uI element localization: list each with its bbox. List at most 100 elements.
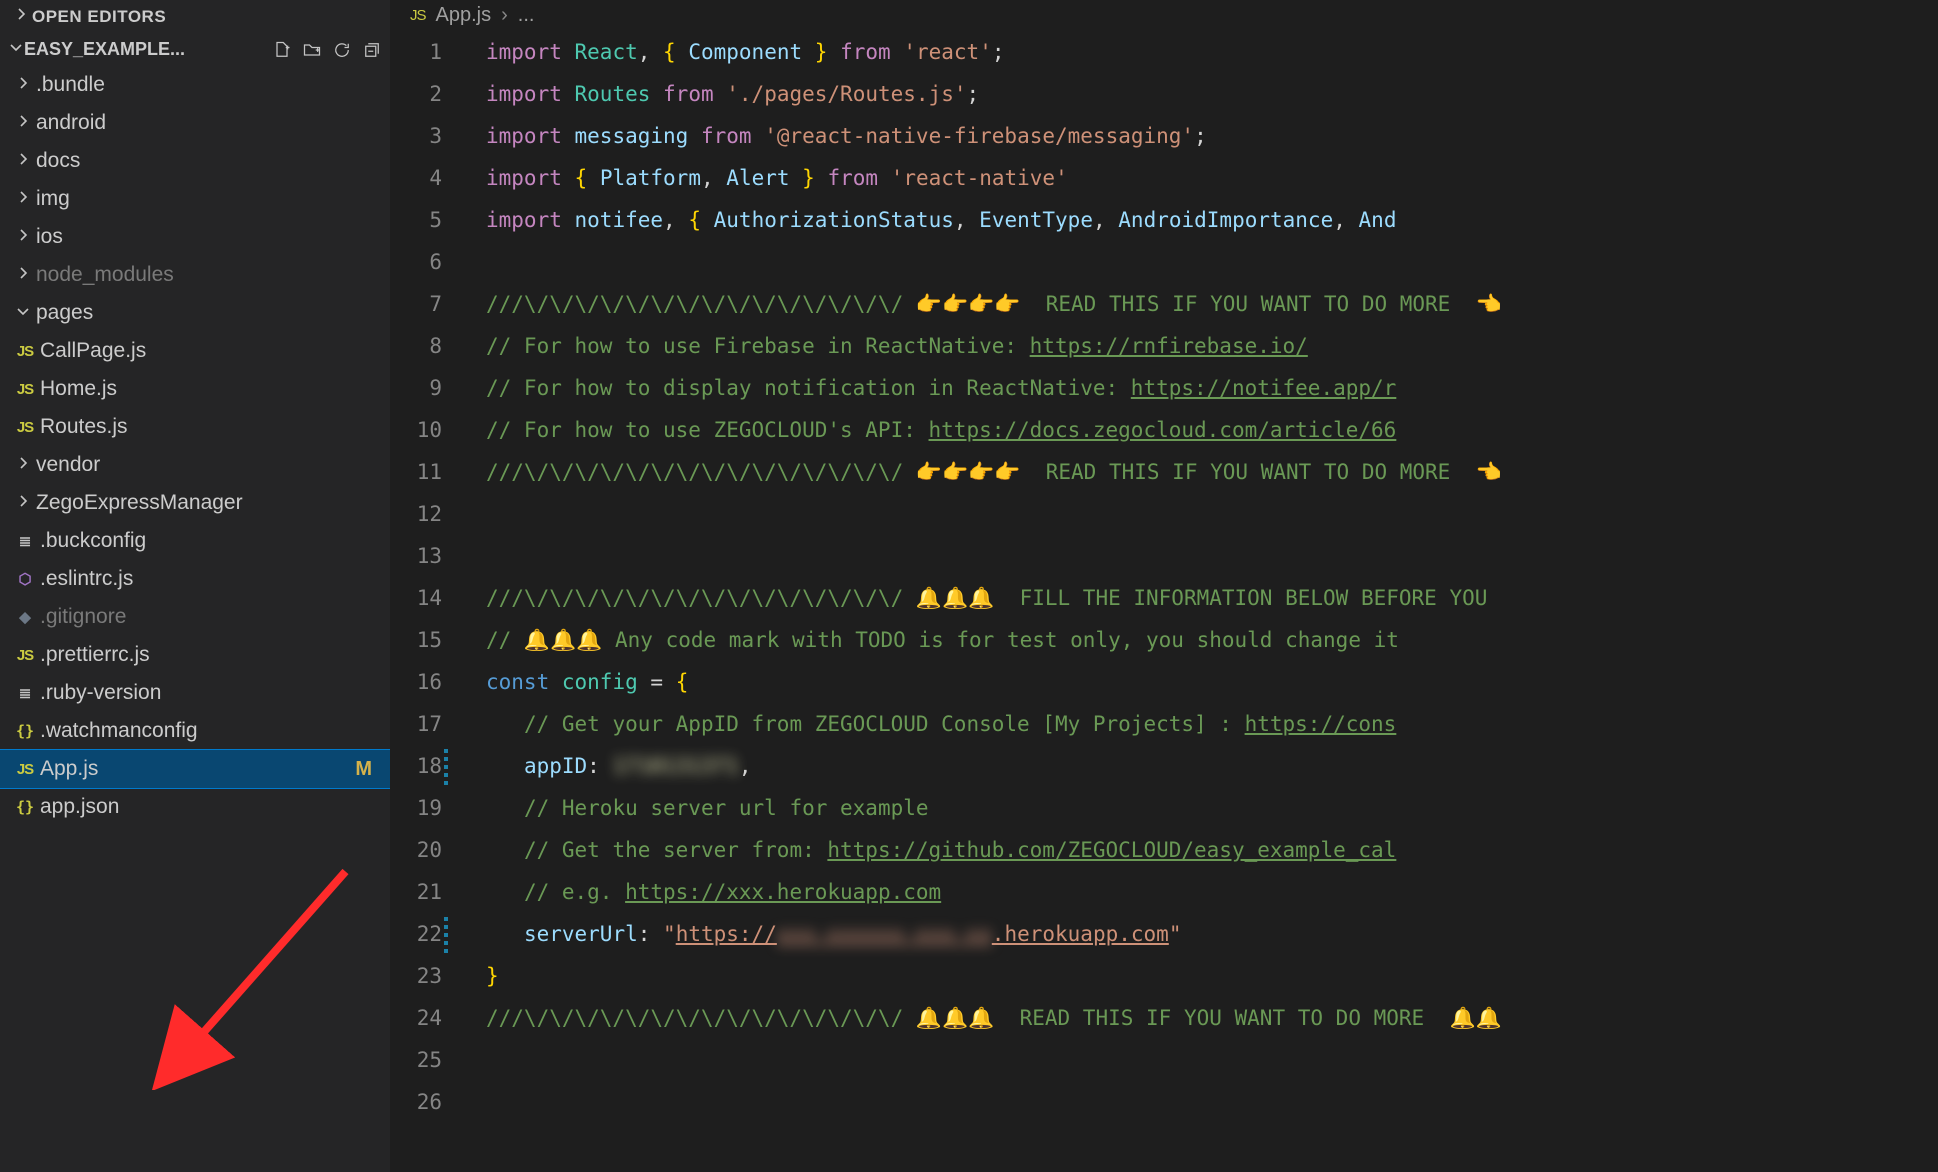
line-number: 1 xyxy=(390,31,442,73)
line-number: 25 xyxy=(390,1039,442,1081)
tree-item-label: pages xyxy=(36,301,93,325)
project-name: EASY_EXAMPLE... xyxy=(24,39,185,60)
chevron-right-icon xyxy=(10,113,36,134)
tree-item-label: app.json xyxy=(40,795,119,819)
folder-vendor[interactable]: vendor xyxy=(0,446,390,484)
tree-item-label: img xyxy=(36,187,70,211)
folder-pages[interactable]: pages xyxy=(0,294,390,332)
eslint-config-icon: ⬡ xyxy=(10,570,40,588)
chevron-right-icon xyxy=(10,265,36,286)
js-file-icon: JS xyxy=(10,343,40,360)
file-.gitignore[interactable]: ◆.gitignore xyxy=(0,598,390,636)
tree-item-label: .buckconfig xyxy=(40,529,146,553)
file-app.js[interactable]: JSApp.js M xyxy=(0,750,390,788)
tree-item-label: .watchmanconfig xyxy=(40,719,198,743)
chevron-right-icon xyxy=(10,6,32,27)
chevron-right-icon xyxy=(10,75,36,96)
js-file-icon: JS xyxy=(10,647,40,664)
folder-ios[interactable]: ios xyxy=(0,218,390,256)
tree-item-label: ZegoExpressManager xyxy=(36,491,243,515)
tree-item-label: App.js xyxy=(40,757,98,781)
editor-pane: JS App.js › ... 123456789101112131415161… xyxy=(390,0,1938,1172)
line-number: 12 xyxy=(390,493,442,535)
tree-item-label: ios xyxy=(36,225,63,249)
code-content[interactable]: import React, { Component } from 'react'… xyxy=(460,31,1938,1172)
scm-modified-badge: M xyxy=(355,758,372,781)
folder-.bundle[interactable]: .bundle xyxy=(0,66,390,104)
tree-item-label: .eslintrc.js xyxy=(40,567,133,591)
folder-docs[interactable]: docs xyxy=(0,142,390,180)
project-header[interactable]: EASY_EXAMPLE... xyxy=(0,33,390,66)
line-number: 5 xyxy=(390,199,442,241)
line-number: 18 xyxy=(390,745,442,787)
sidebar: OPEN EDITORS EASY_EXAMPLE... .bundle andr… xyxy=(0,0,390,1172)
line-number: 15 xyxy=(390,619,442,661)
tree-item-label: .gitignore xyxy=(40,605,126,629)
text-file-icon: ≣ xyxy=(10,684,40,702)
folder-android[interactable]: android xyxy=(0,104,390,142)
line-number: 2 xyxy=(390,73,442,115)
file-.eslintrc.js[interactable]: ⬡.eslintrc.js xyxy=(0,560,390,598)
tree-item-label: android xyxy=(36,111,106,135)
line-number: 21 xyxy=(390,871,442,913)
tree-item-label: docs xyxy=(36,149,80,173)
tree-item-label: node_modules xyxy=(36,263,174,287)
file-tree[interactable]: .bundle android docs img ios node_modulespage… xyxy=(0,66,390,1172)
file-.watchmanconfig[interactable]: {}.watchmanconfig xyxy=(0,712,390,750)
line-number: 9 xyxy=(390,367,442,409)
folder-node_modules[interactable]: node_modules xyxy=(0,256,390,294)
new-folder-icon[interactable] xyxy=(302,40,322,60)
line-number: 24 xyxy=(390,997,442,1039)
file-.buckconfig[interactable]: ≣.buckconfig xyxy=(0,522,390,560)
file-callpage.js[interactable]: JSCallPage.js xyxy=(0,332,390,370)
text-file-icon: ≣ xyxy=(10,532,40,550)
tree-item-label: .ruby-version xyxy=(40,681,161,705)
line-number: 11 xyxy=(390,451,442,493)
file-.ruby-version[interactable]: ≣.ruby-version xyxy=(0,674,390,712)
tree-item-label: .prettierrc.js xyxy=(40,643,150,667)
line-number: 7 xyxy=(390,283,442,325)
js-file-icon: JS xyxy=(10,419,40,436)
breadcrumb[interactable]: JS App.js › ... xyxy=(390,0,1938,31)
collapse-all-icon[interactable] xyxy=(362,40,382,60)
file-.prettierrc.js[interactable]: JS.prettierrc.js xyxy=(0,636,390,674)
line-number: 3 xyxy=(390,115,442,157)
folder-img[interactable]: img xyxy=(0,180,390,218)
line-number: 23 xyxy=(390,955,442,997)
json-file-icon: {} xyxy=(10,722,40,740)
chevron-right-icon xyxy=(10,455,36,476)
code-area[interactable]: 1234567891011121314151617181920212223242… xyxy=(390,31,1938,1172)
file-home.js[interactable]: JSHome.js xyxy=(0,370,390,408)
tree-item-label: vendor xyxy=(36,453,100,477)
line-number: 6 xyxy=(390,241,442,283)
line-number: 13 xyxy=(390,535,442,577)
chevron-right-icon xyxy=(10,227,36,248)
folder-zegoexpressmanager[interactable]: ZegoExpressManager xyxy=(0,484,390,522)
breadcrumb-file: App.js xyxy=(436,4,492,27)
line-number: 22 xyxy=(390,913,442,955)
json-file-icon: {} xyxy=(10,798,40,816)
line-number: 17 xyxy=(390,703,442,745)
js-file-icon: JS xyxy=(10,761,40,778)
git-file-icon: ◆ xyxy=(10,608,40,626)
js-file-icon: JS xyxy=(410,7,426,24)
open-editors-header[interactable]: OPEN EDITORS xyxy=(0,0,390,33)
line-number: 19 xyxy=(390,787,442,829)
chevron-right-icon xyxy=(10,493,36,514)
line-number-gutter: 1234567891011121314151617181920212223242… xyxy=(390,31,460,1172)
line-number: 14 xyxy=(390,577,442,619)
breadcrumb-tail: ... xyxy=(518,4,535,27)
line-number: 16 xyxy=(390,661,442,703)
chevron-down-icon xyxy=(10,303,36,324)
line-number: 26 xyxy=(390,1081,442,1123)
refresh-icon[interactable] xyxy=(332,40,352,60)
chevron-right-icon xyxy=(10,151,36,172)
js-file-icon: JS xyxy=(10,381,40,398)
tree-item-label: .bundle xyxy=(36,73,105,97)
file-app.json[interactable]: {}app.json xyxy=(0,788,390,826)
file-routes.js[interactable]: JSRoutes.js xyxy=(0,408,390,446)
project-actions xyxy=(272,40,382,60)
line-number: 10 xyxy=(390,409,442,451)
line-number: 20 xyxy=(390,829,442,871)
new-file-icon[interactable] xyxy=(272,40,292,60)
